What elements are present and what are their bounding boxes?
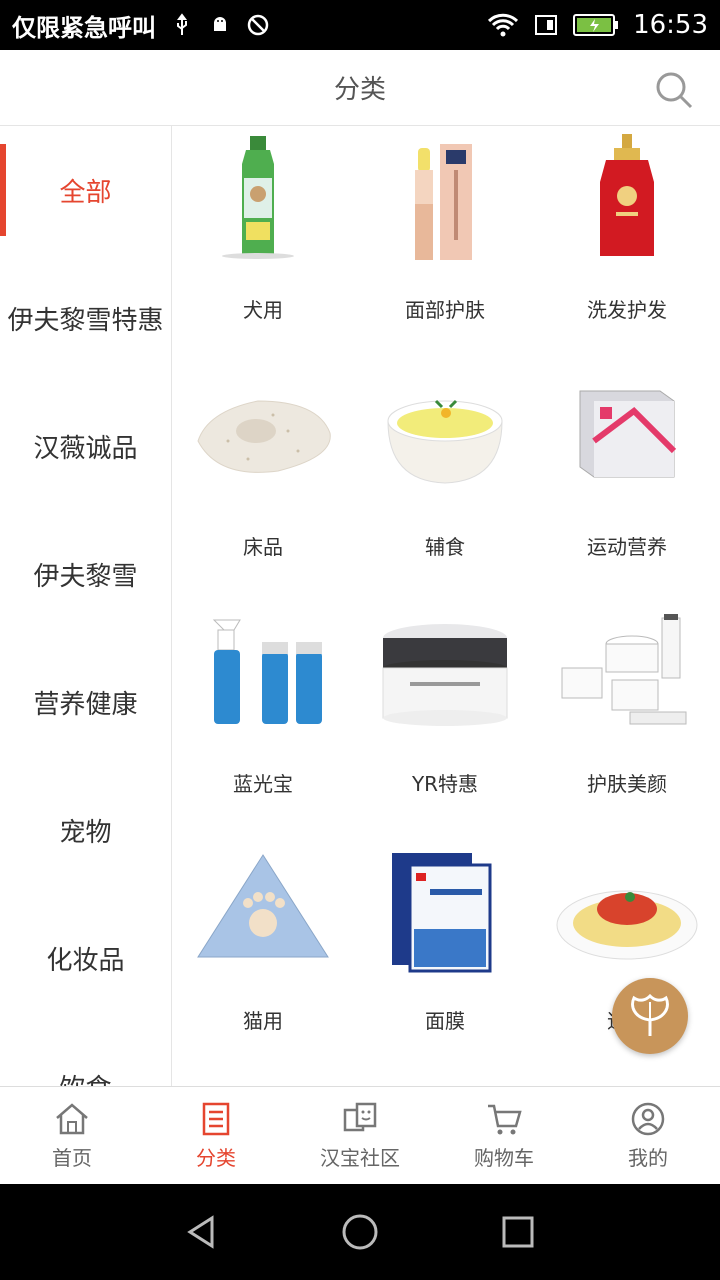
category-cat[interactable]: 猫用 [172,837,354,1074]
category-bedding[interactable]: 床品 [172,363,354,600]
carrier-text: 仅限紧急呼叫 [12,13,156,42]
supplement-box-icon [552,371,702,501]
bottom-tab-bar: 首页 分类 汉宝社区 购物车 我的 [0,1086,720,1184]
android-icon [214,17,226,31]
page-header: 分类 [0,50,720,126]
cat-litter-icon [188,845,338,975]
category-label: 辅食 [425,535,465,559]
battery-icon [573,14,619,36]
dog-product-bottle-icon [188,134,338,264]
home-icon [56,1103,88,1135]
sidebar-item-label: 伊夫黎雪 [33,561,138,592]
category-skincare-beauty[interactable]: 护肤美颜 [536,600,718,837]
sidebar-item-label: 汉薇诚品 [33,433,138,464]
sidebar-item-label: 伊夫黎雪特惠 [7,305,164,336]
tab-community[interactable]: 汉宝社区 [288,1087,432,1184]
tab-home[interactable]: 首页 [0,1087,144,1184]
soup-bowl-icon [370,371,520,501]
category-list-icon [202,1102,230,1136]
sidebar-item-label: 全部 [59,177,112,208]
shampoo-bottle-icon [552,134,702,264]
search-icon[interactable] [654,70,694,110]
sidebar-item-label: 营养健康 [33,689,138,720]
category-blue-light[interactable]: 蓝光宝 [172,600,354,837]
back-icon[interactable] [182,1212,222,1252]
recents-icon[interactable] [498,1212,538,1252]
category-grid: 犬用 面部护肤 洗发护发 床品 辅食 运动营养 蓝光宝 YR特惠 护肤美颜 猫用… [172,126,720,1074]
sidebar-item-label: 宠物 [59,817,112,848]
page-title: 分类 [333,75,386,105]
ginkgo-leaf-icon [631,993,669,1036]
skincare-set-icon [552,608,702,738]
pasta-plate-icon [552,845,702,975]
tab-label: 我的 [628,1146,668,1170]
category-grid-area: 犬用 面部护肤 洗发护发 床品 辅食 运动营养 蓝光宝 YR特惠 护肤美颜 猫用… [172,126,720,1086]
home-circle-icon[interactable] [340,1212,380,1252]
category-label: 运动营养 [587,535,667,559]
sidebar-item-label: 饮食 [59,1068,111,1087]
tab-cart[interactable]: 购物车 [432,1087,576,1184]
sidebar-item-food[interactable]: 饮食 [0,1022,171,1087]
category-label: 猫用 [243,1009,283,1033]
clock-text: 16:53 [633,10,708,40]
cart-icon [488,1104,522,1135]
category-label: 护肤美颜 [587,772,667,796]
lip-balm-icon [370,134,520,264]
sidebar-item-yves-rocher[interactable]: 伊夫黎雪 [0,510,171,638]
pillow-icon [188,371,338,501]
sidebar-item-pets[interactable]: 宠物 [0,766,171,894]
spray-bottles-icon [188,608,338,738]
category-sports-nutrition[interactable]: 运动营养 [536,363,718,600]
category-label: 洗发护发 [587,298,667,322]
tab-profile[interactable]: 我的 [576,1087,720,1184]
tab-category[interactable]: 分类 [144,1087,288,1184]
category-label: 面部护肤 [405,298,485,322]
system-nav-bar [0,1184,720,1280]
tab-label: 首页 [52,1146,92,1170]
wifi-icon [488,13,519,37]
cream-jar-icon [370,608,520,738]
sidebar-item-cosmetics[interactable]: 化妆品 [0,894,171,1022]
sidebar-item-yves-rocher-sale[interactable]: 伊夫黎雪特惠 [0,254,171,382]
tab-label: 汉宝社区 [320,1146,400,1170]
category-label: 蓝光宝 [233,772,293,796]
category-sidebar: 全部 伊夫黎雪特惠 汉薇诚品 伊夫黎雪 营养健康 宠物 化妆品 饮食 [0,126,172,1086]
category-label: 犬用 [243,298,283,322]
category-yr-sale[interactable]: YR特惠 [354,600,536,837]
face-mask-pack-icon [370,845,520,975]
tab-label: 分类 [196,1146,236,1170]
community-icon [343,1102,377,1132]
status-bar: 仅限紧急呼叫 16:53 [0,0,720,50]
sidebar-item-all[interactable]: 全部 [0,126,171,254]
category-label: YR特惠 [411,772,479,796]
category-dog[interactable]: 犬用 [172,126,354,363]
floating-ginkgo-button[interactable] [612,978,688,1054]
sidebar-item-label: 化妆品 [46,945,125,976]
usb-icon [177,13,187,35]
category-face-mask[interactable]: 面膜 [354,837,536,1074]
category-hair-care[interactable]: 洗发护发 [536,126,718,363]
category-baby-food[interactable]: 辅食 [354,363,536,600]
tab-label: 购物车 [474,1146,534,1170]
category-face-care[interactable]: 面部护肤 [354,126,536,363]
blocked-icon [247,14,269,36]
category-label: 面膜 [425,1009,465,1033]
sidebar-item-nutrition[interactable]: 营养健康 [0,638,171,766]
sim-icon [535,15,558,35]
category-label: 床品 [243,535,283,559]
profile-icon [631,1102,665,1136]
sidebar-item-hanwei[interactable]: 汉薇诚品 [0,382,171,510]
